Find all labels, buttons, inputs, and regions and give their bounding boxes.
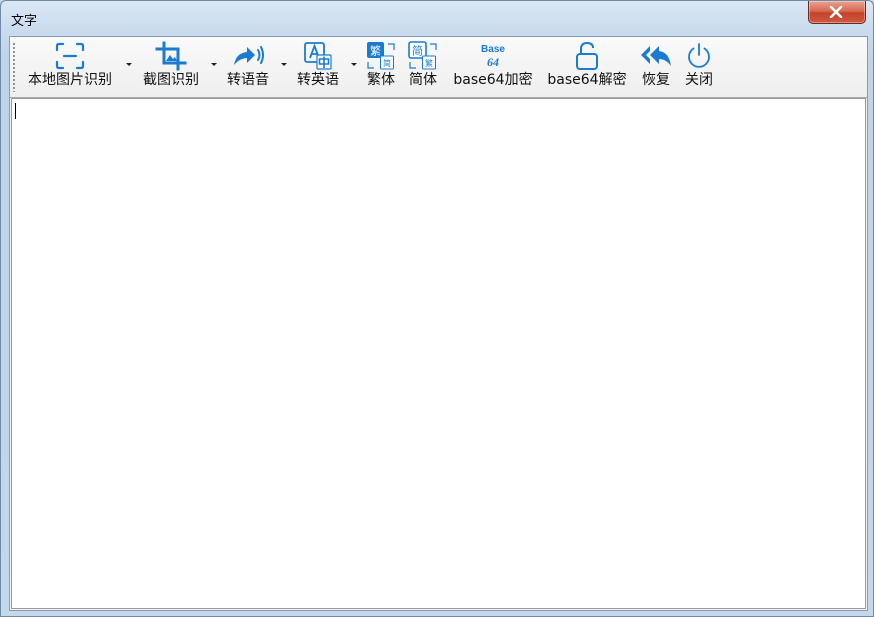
close-toolbar-label: 关闭 [685, 72, 713, 88]
toolbar-grip[interactable] [13, 42, 15, 92]
to-traditional-button[interactable]: 繁 简 繁体 [361, 41, 401, 95]
simplified-icon-main-char: 简 [412, 44, 423, 58]
text-caret [15, 103, 16, 119]
base64-icon-bottom-text: 64 [487, 55, 499, 69]
toolbar: 本地图片识别 截图识别 转语音 转英语 繁 简 繁体 简 繁 简体 Base 6… [10, 37, 867, 98]
base64-encode-label: base64加密 [453, 72, 533, 88]
base64-decode-button[interactable]: base64解密 [544, 41, 630, 95]
crop-icon [155, 41, 187, 71]
base64-icon: Base 64 [481, 44, 505, 69]
translate-english-label: 转英语 [297, 72, 339, 88]
window-close-button[interactable] [808, 1, 866, 24]
base64-decode-label: base64解密 [547, 72, 627, 88]
translate-english-dropdown-arrow[interactable] [351, 63, 357, 66]
traditional-icon-sub-char: 简 [383, 58, 391, 68]
local-image-ocr-button[interactable]: 本地图片识别 [24, 41, 116, 95]
close-toolbar-button[interactable]: 关闭 [680, 41, 718, 95]
base64-icon-top-text: Base [481, 44, 505, 55]
power-icon [688, 43, 710, 68]
reply-all-icon [641, 46, 671, 66]
to-traditional-label: 繁体 [367, 72, 395, 88]
scan-icon [55, 42, 85, 70]
window-title: 文字 [11, 14, 38, 29]
close-x-icon [829, 6, 843, 18]
restore-button[interactable]: 恢复 [637, 41, 675, 95]
text-editor[interactable] [11, 98, 866, 609]
screenshot-ocr-label: 截图识别 [143, 72, 199, 88]
simplified-icon-sub-char: 繁 [425, 58, 433, 68]
translate-english-button[interactable]: 转英语 [292, 41, 344, 95]
translate-icon [304, 42, 332, 70]
local-image-ocr-label: 本地图片识别 [28, 72, 112, 88]
text-to-speech-label: 转语音 [227, 72, 269, 88]
screenshot-ocr-dropdown-arrow[interactable] [211, 63, 217, 66]
to-simplified-button[interactable]: 简 繁 简体 [403, 41, 443, 95]
simplified-chinese-icon: 简 繁 [408, 41, 437, 70]
traditional-chinese-icon: 繁 简 [367, 42, 395, 70]
text-to-speech-dropdown-arrow[interactable] [281, 63, 287, 66]
base64-encode-button[interactable]: Base 64 base64加密 [450, 41, 536, 95]
unlock-icon [576, 41, 598, 70]
text-to-speech-button[interactable]: 转语音 [222, 41, 274, 95]
to-simplified-label: 简体 [409, 72, 437, 88]
screenshot-ocr-button[interactable]: 截图识别 [138, 41, 204, 95]
traditional-icon-main-char: 繁 [370, 44, 381, 58]
client-area: 本地图片识别 截图识别 转语音 转英语 繁 简 繁体 简 繁 简体 Base 6… [9, 36, 868, 611]
app-window: 文字 本地图片识别 截图识别 转语音 转英语 繁 简 繁体 简 繁 简体 Bas… [0, 0, 874, 617]
local-image-ocr-dropdown-arrow[interactable] [126, 63, 132, 66]
restore-label: 恢复 [642, 72, 670, 88]
speech-forward-icon [234, 46, 264, 65]
